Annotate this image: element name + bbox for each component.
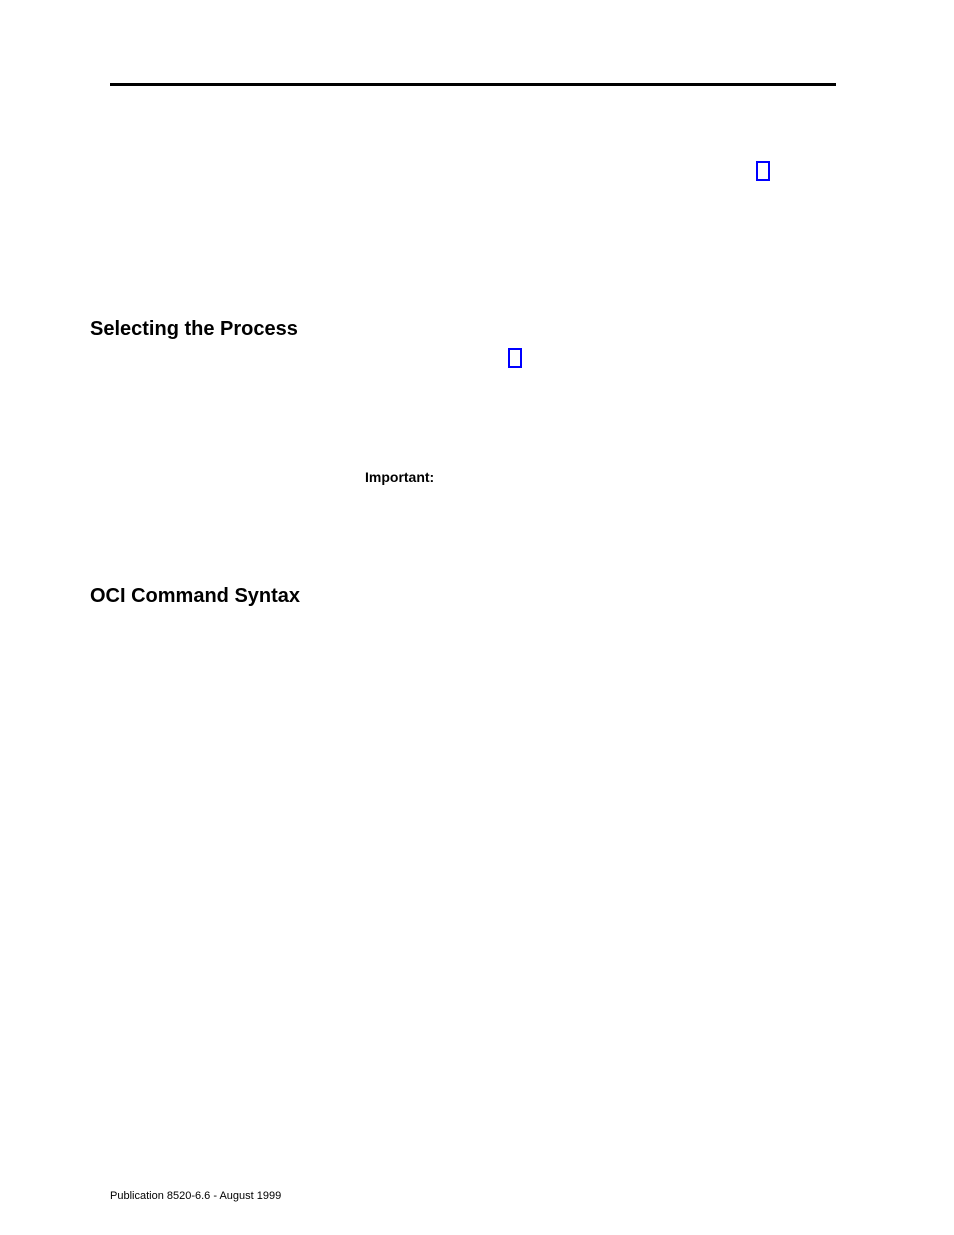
where-definition: where: COMMAND_NAME is the OCI command. … xyxy=(335,737,836,937)
where-item: ARGUMENT(S) are additional parameters th… xyxy=(353,810,836,937)
syntax-example: COMMAND_NAME (ARGUMENT(S)) DATA_FIELD(S)… xyxy=(335,673,836,715)
page-number: 2-4 xyxy=(110,55,129,70)
important-note: Important: It is not possible to select … xyxy=(365,467,836,509)
important-label: Important: xyxy=(365,469,434,485)
page-ref-icon[interactable] xyxy=(508,348,522,368)
document-page: 2-4 Chapter 2 OCI Basics If the host is … xyxy=(0,0,954,1235)
oci-syntax-content: This section covers the basic syntax of … xyxy=(335,592,836,947)
header-divider xyxy=(110,83,836,86)
page-ref-icon[interactable] xyxy=(756,161,770,181)
section-heading-selecting-process: Selecting the Process xyxy=(90,318,298,341)
paragraph: When a process has been selected, its pr… xyxy=(335,407,836,449)
publication-footer: Publication 8520-6.6 - August 1999 xyxy=(110,1190,281,1202)
chapter-title: Chapter 2 OCI Basics xyxy=(335,55,461,70)
intro-content: If the host is connected to port A, the … xyxy=(335,118,836,280)
where-label: where: xyxy=(335,737,836,758)
paragraph: This section covers the basic syntax of … xyxy=(335,592,836,655)
selecting-content: The PS command selects an OCI command pr… xyxy=(335,326,836,527)
paragraph: After the correct process is active, ent… xyxy=(335,220,836,262)
where-item: COMMAND_NAME is the OCI command. OCI com… xyxy=(353,758,836,801)
paragraph: The PS command selects an OCI command pr… xyxy=(335,326,836,389)
section-heading-oci-syntax: OCI Command Syntax xyxy=(90,585,300,608)
paragraph: If the host is connected to port A, the … xyxy=(335,118,836,202)
